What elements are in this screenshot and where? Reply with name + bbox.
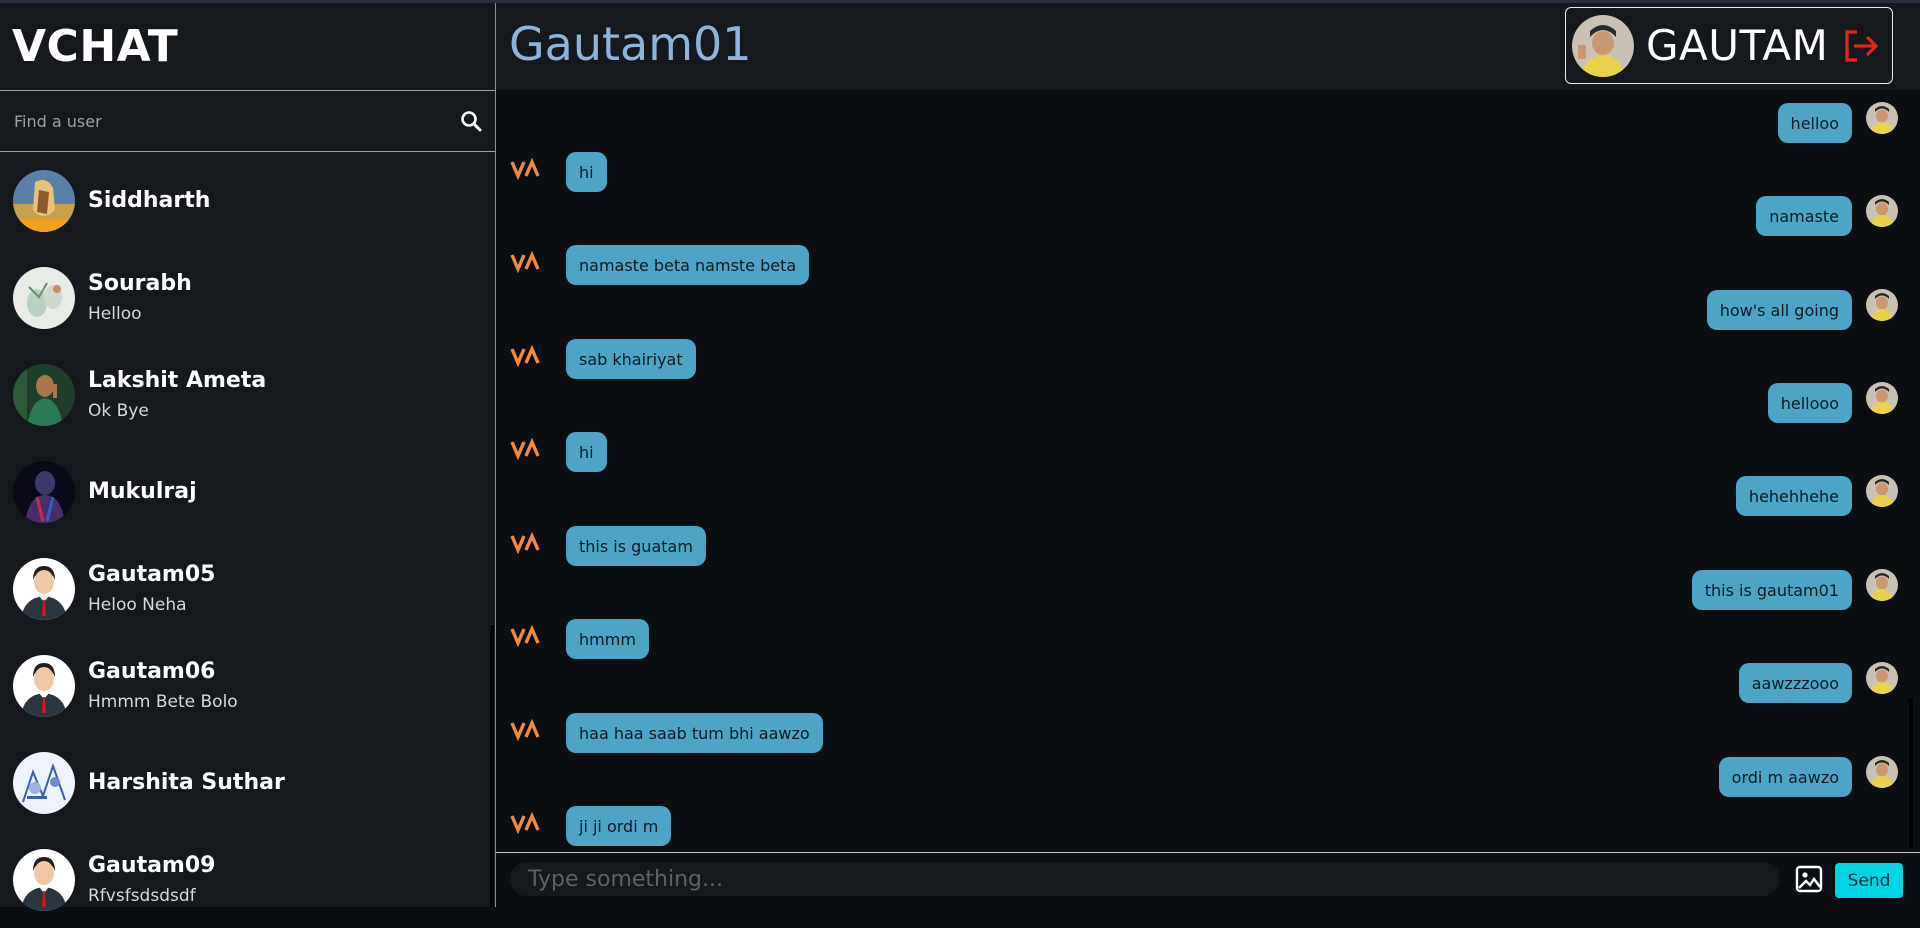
va-logo-icon — [510, 532, 540, 554]
sidebar: VCHAT Siddharth — [0, 3, 496, 911]
message-bubble-incoming: ji ji ordi m — [566, 806, 672, 846]
send-button[interactable]: Send — [1835, 863, 1903, 898]
last-message: Hmmm Bete Bolo — [88, 692, 238, 712]
message-bubble-outgoing: namaste — [1756, 196, 1852, 236]
message-bubble-incoming: hi — [566, 432, 607, 472]
user-avatar — [13, 266, 75, 329]
message-bubble-outgoing: ordi m aawzo — [1718, 757, 1852, 797]
message-row-incoming: haa haa saab tum bhi aawzo — [496, 713, 1920, 759]
last-message: Ok Bye — [88, 401, 149, 421]
message-row-incoming: this is guatam — [496, 526, 1920, 572]
chat-panel: Gautam01 GAUTAM helloo hi namaste namast… — [496, 3, 1920, 908]
message-row-outgoing: this is gautam01 — [496, 569, 1920, 616]
logout-icon[interactable] — [1840, 26, 1880, 66]
user-name: Gautam06 — [88, 659, 216, 684]
search-input[interactable] — [12, 110, 459, 132]
sender-avatar — [1866, 569, 1898, 601]
last-message: Rfvsfsdsdsdf — [88, 886, 196, 906]
current-user-name: GAUTAM — [1646, 21, 1829, 70]
message-composer: Send — [496, 852, 1920, 908]
message-bubble-outgoing: hehehhehe — [1735, 476, 1852, 516]
message-row-incoming: ji ji ordi m — [496, 806, 1920, 850]
va-logo-icon — [510, 345, 540, 367]
sender-avatar — [1866, 382, 1898, 414]
user-list-item[interactable]: Mukulraj — [0, 443, 495, 540]
message-row-incoming: sab khairiyat — [496, 339, 1920, 385]
user-name: Sourabh — [88, 271, 192, 296]
message-bubble-outgoing: how's all going — [1706, 290, 1852, 330]
message-row-incoming: hi — [496, 152, 1920, 198]
va-logo-icon — [510, 158, 540, 180]
message-bubble-incoming: hmmm — [566, 619, 649, 659]
message-row-incoming: namaste beta namste beta — [496, 245, 1920, 291]
message-bubble-outgoing: aawzzzooo — [1738, 663, 1852, 703]
sender-avatar — [1866, 475, 1898, 507]
message-row-outgoing: how's all going — [496, 289, 1920, 336]
message-row-outgoing: namaste — [496, 195, 1920, 242]
sender-avatar — [1866, 289, 1898, 321]
chat-title: Gautam01 — [509, 17, 752, 71]
user-name: Mukulraj — [88, 479, 197, 504]
message-bubble-incoming: namaste beta namste beta — [566, 245, 810, 285]
message-bubble-incoming: this is guatam — [566, 526, 706, 566]
message-row-incoming: hi — [496, 432, 1920, 478]
current-user-profile: GAUTAM — [1565, 7, 1893, 84]
last-message: Heloo Neha — [88, 595, 187, 615]
user-list-item[interactable]: Sourabh Helloo — [0, 249, 495, 346]
user-name: Harshita Suthar — [88, 770, 285, 795]
user-avatar — [13, 460, 75, 523]
chat-header: Gautam01 GAUTAM — [496, 3, 1920, 90]
user-name: Gautam05 — [88, 562, 216, 587]
message-row-outgoing: ordi m aawzo — [496, 756, 1920, 803]
user-list-item[interactable]: Gautam05 Heloo Neha — [0, 540, 495, 637]
message-list: helloo hi namaste namaste beta namste be… — [496, 90, 1920, 850]
message-row-outgoing: hehehhehe — [496, 475, 1920, 522]
user-list-item[interactable]: Gautam06 Hmmm Bete Bolo — [0, 637, 495, 734]
message-row-incoming: hmmm — [496, 619, 1920, 665]
user-avatar — [13, 169, 75, 232]
app-brand: VCHAT — [0, 3, 495, 91]
va-logo-icon — [510, 251, 540, 273]
user-name: Gautam09 — [88, 853, 216, 878]
message-input[interactable] — [510, 862, 1780, 896]
message-bubble-incoming: sab khairiyat — [566, 339, 696, 379]
message-bubble-incoming: haa haa saab tum bhi aawzo — [566, 713, 823, 753]
user-avatar — [13, 654, 75, 717]
message-row-outgoing: aawzzzooo — [496, 662, 1920, 709]
va-logo-icon — [510, 625, 540, 647]
message-row-outgoing: hellooo — [496, 382, 1920, 429]
current-user-avatar — [1572, 14, 1634, 77]
last-message: Helloo — [88, 304, 142, 324]
user-avatar — [13, 848, 75, 911]
message-scrollbar[interactable] — [1909, 698, 1913, 848]
message-bubble-outgoing: helloo — [1777, 103, 1852, 143]
user-search-bar — [0, 91, 495, 152]
user-avatar — [13, 557, 75, 620]
search-icon[interactable] — [459, 109, 483, 133]
va-logo-icon — [510, 719, 540, 741]
va-logo-icon — [510, 438, 540, 460]
user-list-item[interactable]: Harshita Suthar — [0, 734, 495, 831]
message-bubble-incoming: hi — [566, 152, 607, 192]
sender-avatar — [1866, 195, 1898, 227]
sender-avatar — [1866, 756, 1898, 788]
message-bubble-outgoing: hellooo — [1767, 383, 1852, 423]
sender-avatar — [1866, 102, 1898, 134]
sender-avatar — [1866, 662, 1898, 694]
message-row-outgoing: helloo — [496, 102, 1920, 149]
user-name: Siddharth — [88, 188, 211, 213]
user-list-item[interactable]: Gautam09 Rfvsfsdsdsdf — [0, 831, 495, 928]
user-list-item[interactable]: Lakshit Ameta Ok Bye — [0, 346, 495, 443]
sidebar-scrollbar[interactable] — [490, 625, 494, 907]
image-icon[interactable] — [1794, 864, 1824, 894]
user-avatar — [13, 363, 75, 426]
user-name: Lakshit Ameta — [88, 368, 267, 393]
user-list-item[interactable]: Siddharth — [0, 152, 495, 249]
va-logo-icon — [510, 812, 540, 834]
user-list: Siddharth Sourabh Helloo Lakshit Ameta O… — [0, 152, 495, 928]
message-bubble-outgoing: this is gautam01 — [1691, 570, 1852, 610]
user-avatar — [13, 751, 75, 814]
